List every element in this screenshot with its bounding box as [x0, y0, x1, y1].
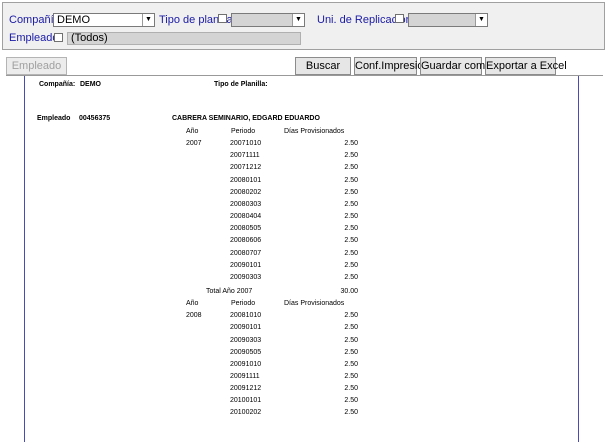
dias-cell: 2.50 — [344, 140, 358, 147]
guardar-como-button[interactable]: Guardar como — [420, 57, 491, 75]
dias-cell: 2.50 — [344, 250, 358, 257]
col-header-anio: Año — [186, 128, 199, 135]
dias-cell: 2.50 — [344, 213, 358, 220]
periodo-cell: 20090303 — [230, 337, 262, 344]
dias-cell: 2.50 — [344, 237, 358, 244]
dias-cell: 2.50 — [344, 152, 358, 159]
periodo-cell: 20080606 — [230, 237, 262, 244]
dias-cell: 2.50 — [344, 397, 358, 404]
empleado-field[interactable]: (Todos) — [67, 32, 301, 45]
col-header-periodo: Periodo — [231, 300, 256, 307]
periodo-cell: 20071010 — [230, 140, 262, 147]
periodo-cell: 20090505 — [230, 349, 262, 356]
col-header-dias: Días Provisionados — [284, 300, 345, 307]
filter-panel: Compañía DEMO ▼ Tipo de planilla ▼ Uni. … — [2, 2, 605, 50]
col-header-anio: Año — [186, 300, 199, 307]
report-compania-value: DEMO — [80, 81, 101, 88]
year-value: 2008 — [186, 312, 202, 319]
periodo-cell: 20071212 — [230, 164, 262, 171]
dias-cell: 2.50 — [344, 201, 358, 208]
year-total-label: Total Año 2007 — [206, 288, 253, 295]
periodo-cell: 20091010 — [230, 361, 262, 368]
report-compania-label: Compañía: — [39, 81, 76, 88]
report-empleado-code: 00456375 — [79, 115, 111, 122]
report-empleado-name: CABRERA SEMINARIO, EDGARD EDUARDO — [172, 115, 320, 122]
report-tipo-planilla-label: Tipo de Planilla: — [214, 81, 268, 88]
periodo-cell: 20100202 — [230, 409, 262, 416]
uni-replicacion-checkbox[interactable] — [395, 14, 404, 23]
dias-cell: 2.50 — [344, 189, 358, 196]
dias-cell: 2.50 — [344, 312, 358, 319]
periodo-cell: 20080202 — [230, 189, 262, 196]
dias-cell: 2.50 — [344, 373, 358, 380]
dias-cell: 2.50 — [344, 337, 358, 344]
compania-value: DEMO — [57, 14, 90, 26]
periodo-cell: 20080404 — [230, 213, 262, 220]
dias-cell: 2.50 — [344, 361, 358, 368]
periodo-cell: 20090101 — [230, 324, 262, 331]
toolbar: Empleado Buscar Conf.Impresión Guardar c… — [2, 52, 605, 75]
chevron-down-icon[interactable]: ▼ — [292, 14, 304, 26]
periodo-cell: 20080303 — [230, 201, 262, 208]
year-value: 2007 — [186, 140, 202, 147]
periodo-cell: 20091212 — [230, 385, 262, 392]
report-preview[interactable]: Compañía: DEMO Tipo de Planilla: Emplead… — [6, 75, 603, 442]
buscar-button[interactable]: Buscar — [295, 57, 351, 75]
empleado-checkbox[interactable] — [54, 33, 63, 42]
col-header-dias: Días Provisionados — [284, 128, 345, 135]
periodo-cell: 20091111 — [230, 373, 260, 380]
exportar-excel-button[interactable]: Exportar a Excel — [485, 57, 567, 75]
report-left-margin — [24, 76, 25, 442]
periodo-cell: 20071111 — [230, 152, 260, 159]
compania-select[interactable]: DEMO ▼ — [53, 13, 155, 27]
periodo-cell: 20090303 — [230, 274, 262, 281]
report-empleado-label: Empleado — [37, 115, 71, 122]
year-total-value: 30.00 — [340, 288, 358, 295]
dias-cell: 2.50 — [344, 385, 358, 392]
col-header-periodo: Periodo — [231, 128, 256, 135]
dias-cell: 2.50 — [344, 409, 358, 416]
dias-cell: 2.50 — [344, 262, 358, 269]
dias-cell: 2.50 — [344, 324, 358, 331]
periodo-cell: 20080707 — [230, 250, 262, 257]
periodo-cell: 20080505 — [230, 225, 262, 232]
dias-cell: 2.50 — [344, 164, 358, 171]
report-right-margin — [578, 76, 579, 442]
tipo-planilla-checkbox[interactable] — [218, 14, 227, 23]
dias-cell: 2.50 — [344, 274, 358, 281]
conf-impresion-button[interactable]: Conf.Impresión — [354, 57, 430, 75]
dias-cell: 2.50 — [344, 225, 358, 232]
periodo-cell: 20080101 — [230, 177, 262, 184]
periodo-cell: 20100101 — [230, 397, 262, 404]
dias-cell: 2.50 — [344, 177, 358, 184]
chevron-down-icon[interactable]: ▼ — [475, 14, 487, 26]
uni-replicacion-select[interactable]: ▼ — [408, 13, 488, 27]
periodo-cell: 20090101 — [230, 262, 262, 269]
chevron-down-icon[interactable]: ▼ — [142, 14, 154, 26]
periodo-cell: 20081010 — [230, 312, 262, 319]
empleado-label: Empleado — [9, 32, 59, 44]
empleado-button[interactable]: Empleado — [6, 57, 67, 75]
dias-cell: 2.50 — [344, 349, 358, 356]
tipo-planilla-select[interactable]: ▼ — [231, 13, 305, 27]
